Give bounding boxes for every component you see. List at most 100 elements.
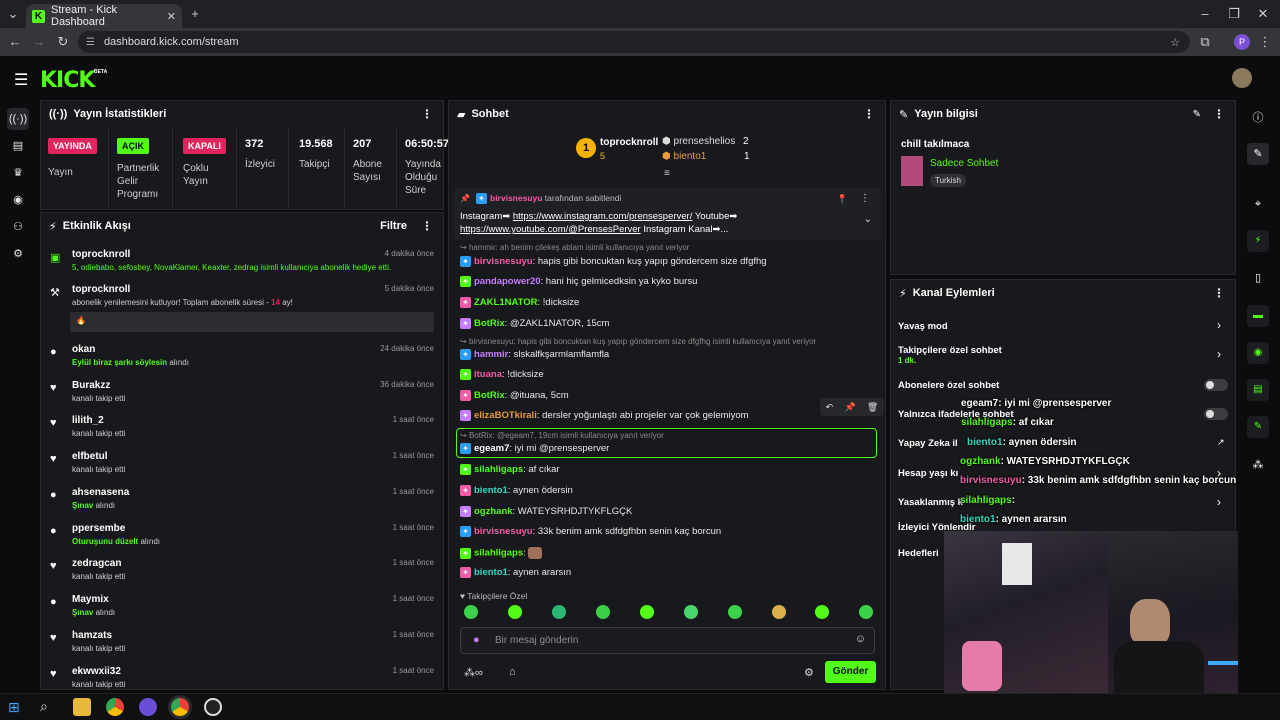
file-explorer-icon[interactable]: [73, 698, 91, 716]
unpin-icon[interactable]: 📍: [837, 194, 848, 205]
chat-username[interactable]: silahligaps: [474, 464, 523, 475]
doc-icon[interactable]: ▯: [1247, 267, 1269, 289]
emote-icon[interactable]: [728, 605, 742, 619]
instagram-link[interactable]: https://www.instagram.com/prensesperver/: [513, 211, 693, 222]
restore-icon[interactable]: ❐: [1225, 5, 1243, 23]
chat-settings-icon[interactable]: ⚙: [804, 666, 814, 679]
leader-3[interactable]: ⬢ biento1: [662, 151, 706, 162]
edit-icon[interactable]: ✎: [1247, 143, 1269, 165]
chat-username[interactable]: birvisnesuyu: [474, 526, 533, 537]
emoji-icon[interactable]: ☺: [855, 633, 866, 645]
chat-username[interactable]: birvisnesuyu: [474, 256, 533, 267]
filter-button[interactable]: Filtre: [380, 220, 407, 232]
layout-icon[interactable]: ▤: [1247, 379, 1269, 401]
delete-icon[interactable]: 🗑: [867, 402, 878, 413]
emote-icon[interactable]: [464, 605, 478, 619]
bookmark-star-icon[interactable]: ☆: [1170, 36, 1180, 49]
edit-info-icon[interactable]: ✎: [1193, 109, 1201, 120]
url-input[interactable]: ☰ dashboard.kick.com/stream ☆: [78, 31, 1190, 53]
emote-icon[interactable]: [815, 605, 829, 619]
dashboard-icon[interactable]: ▤: [7, 135, 29, 157]
chrome-active-icon[interactable]: [171, 698, 189, 716]
stream-icon[interactable]: ((·)): [7, 108, 29, 130]
chat-input[interactable]: ● Bir mesaj gönderin ☺: [460, 627, 875, 654]
reply-icon[interactable]: ↶: [826, 402, 834, 413]
activity-user[interactable]: ahsenasena: [72, 487, 129, 498]
action-banned-words[interactable]: Yasaklanmış k: [898, 497, 963, 508]
close-window-icon[interactable]: ✕: [1254, 5, 1272, 23]
minimize-icon[interactable]: –: [1196, 5, 1214, 23]
youtube-link[interactable]: https://www.youtube.com/@PrensesPerver: [460, 224, 641, 235]
expand-pinned-icon[interactable]: ⌄: [864, 214, 872, 225]
action-subs-only[interactable]: Abonelere özel sohbet: [898, 380, 999, 391]
windows-start-icon[interactable]: ⊞: [8, 699, 20, 716]
chat-username[interactable]: ogzhank: [474, 506, 513, 517]
activity-user[interactable]: hamzats: [72, 630, 112, 641]
chat-username[interactable]: pandapower20: [474, 276, 541, 287]
emote-image[interactable]: [528, 547, 543, 559]
emote-icon[interactable]: [552, 605, 566, 619]
tools-icon[interactable]: ✎: [1247, 416, 1269, 438]
chevron-right-icon[interactable]: ›: [1217, 318, 1221, 332]
emote-icon[interactable]: [508, 605, 522, 619]
activity-user[interactable]: ppersembe: [72, 523, 125, 534]
more-tools-icon[interactable]: ⁂: [1247, 454, 1269, 476]
obs-icon[interactable]: [204, 698, 222, 716]
send-button[interactable]: Gönder: [825, 661, 876, 683]
actions-more-icon[interactable]: ⋮: [1213, 286, 1225, 300]
activity-user[interactable]: Burakzz: [72, 380, 110, 391]
activity-user[interactable]: okan: [72, 344, 95, 355]
leader-1-name[interactable]: toprocknroll: [600, 137, 658, 148]
chat-more-icon[interactable]: ⋮: [863, 107, 875, 121]
pinned-by-user[interactable]: birvisnesuyu: [490, 193, 542, 203]
category-thumbnail[interactable]: [901, 156, 923, 186]
emote-icon[interactable]: [772, 605, 786, 619]
reload-icon[interactable]: ↻: [54, 33, 72, 51]
emote-icon[interactable]: [596, 605, 610, 619]
search-icon[interactable]: ⌕: [40, 698, 48, 715]
chat-username[interactable]: BotRix: [474, 318, 505, 329]
quick-action-bolt-icon[interactable]: ⚡: [1247, 230, 1269, 252]
leader-2[interactable]: ⬢ prenseshelios: [662, 136, 735, 147]
info-icon[interactable]: ⓘ: [1247, 107, 1269, 129]
discord-icon[interactable]: [139, 698, 157, 716]
chat-username[interactable]: ZAKL1NATOR: [474, 297, 538, 308]
pin-message-icon[interactable]: 📌: [844, 402, 855, 413]
users-icon[interactable]: ⚇: [7, 216, 29, 238]
activity-user[interactable]: Maymix: [72, 594, 109, 605]
forward-icon[interactable]: →: [30, 33, 48, 51]
action-goals[interactable]: Hedefleri: [898, 548, 939, 559]
emote-icon[interactable]: [859, 605, 873, 619]
activity-user[interactable]: elfbetul: [72, 451, 108, 462]
chat-username[interactable]: ituana: [474, 369, 502, 380]
chat-username[interactable]: biento1: [474, 485, 508, 496]
kick-logo[interactable]: KICK: [40, 68, 95, 93]
browser-tab[interactable]: K Stream - Kick Dashboard ✕: [26, 4, 182, 28]
extensions-icon[interactable]: ⧉: [1196, 33, 1214, 51]
profile-avatar[interactable]: P: [1234, 34, 1250, 50]
chat-username[interactable]: elizaBOTkirali: [474, 410, 537, 421]
trophy-icon[interactable]: ♛: [7, 162, 29, 184]
target-icon[interactable]: ⌖: [1247, 193, 1269, 215]
category-name[interactable]: Sadece Sohbet: [930, 158, 998, 169]
settings-icon[interactable]: ⚙: [7, 243, 29, 265]
activity-user[interactable]: lilith_2: [72, 415, 104, 426]
chat-toggle-icon[interactable]: ▬: [1247, 305, 1269, 327]
chrome-icon[interactable]: [106, 698, 124, 716]
pinned-more-icon[interactable]: ⋮: [860, 193, 870, 204]
collapse-leaderboard-icon[interactable]: ≡: [664, 168, 670, 179]
action-followers-only[interactable]: Takipçilere özel sohbet: [898, 345, 1002, 356]
hamburger-menu-icon[interactable]: ☰: [14, 70, 28, 90]
info-more-icon[interactable]: ⋮: [1213, 107, 1225, 121]
user-avatar[interactable]: [1232, 68, 1252, 88]
action-slow-mode[interactable]: Yavaş mod: [898, 321, 948, 332]
action-account-age[interactable]: Hesap yaşı kı: [898, 468, 958, 479]
chevron-right-icon[interactable]: ›: [1217, 347, 1221, 361]
camera-icon[interactable]: ◉: [7, 189, 29, 211]
tab-search-icon[interactable]: ⌄: [4, 5, 22, 23]
activity-more-icon[interactable]: ⋮: [421, 219, 433, 233]
activity-user[interactable]: toprocknroll: [72, 284, 130, 295]
close-tab-icon[interactable]: ✕: [167, 10, 176, 23]
action-ai-moderation[interactable]: Yapay Zeka il: [898, 438, 958, 449]
chat-username[interactable]: hammir: [474, 349, 508, 360]
